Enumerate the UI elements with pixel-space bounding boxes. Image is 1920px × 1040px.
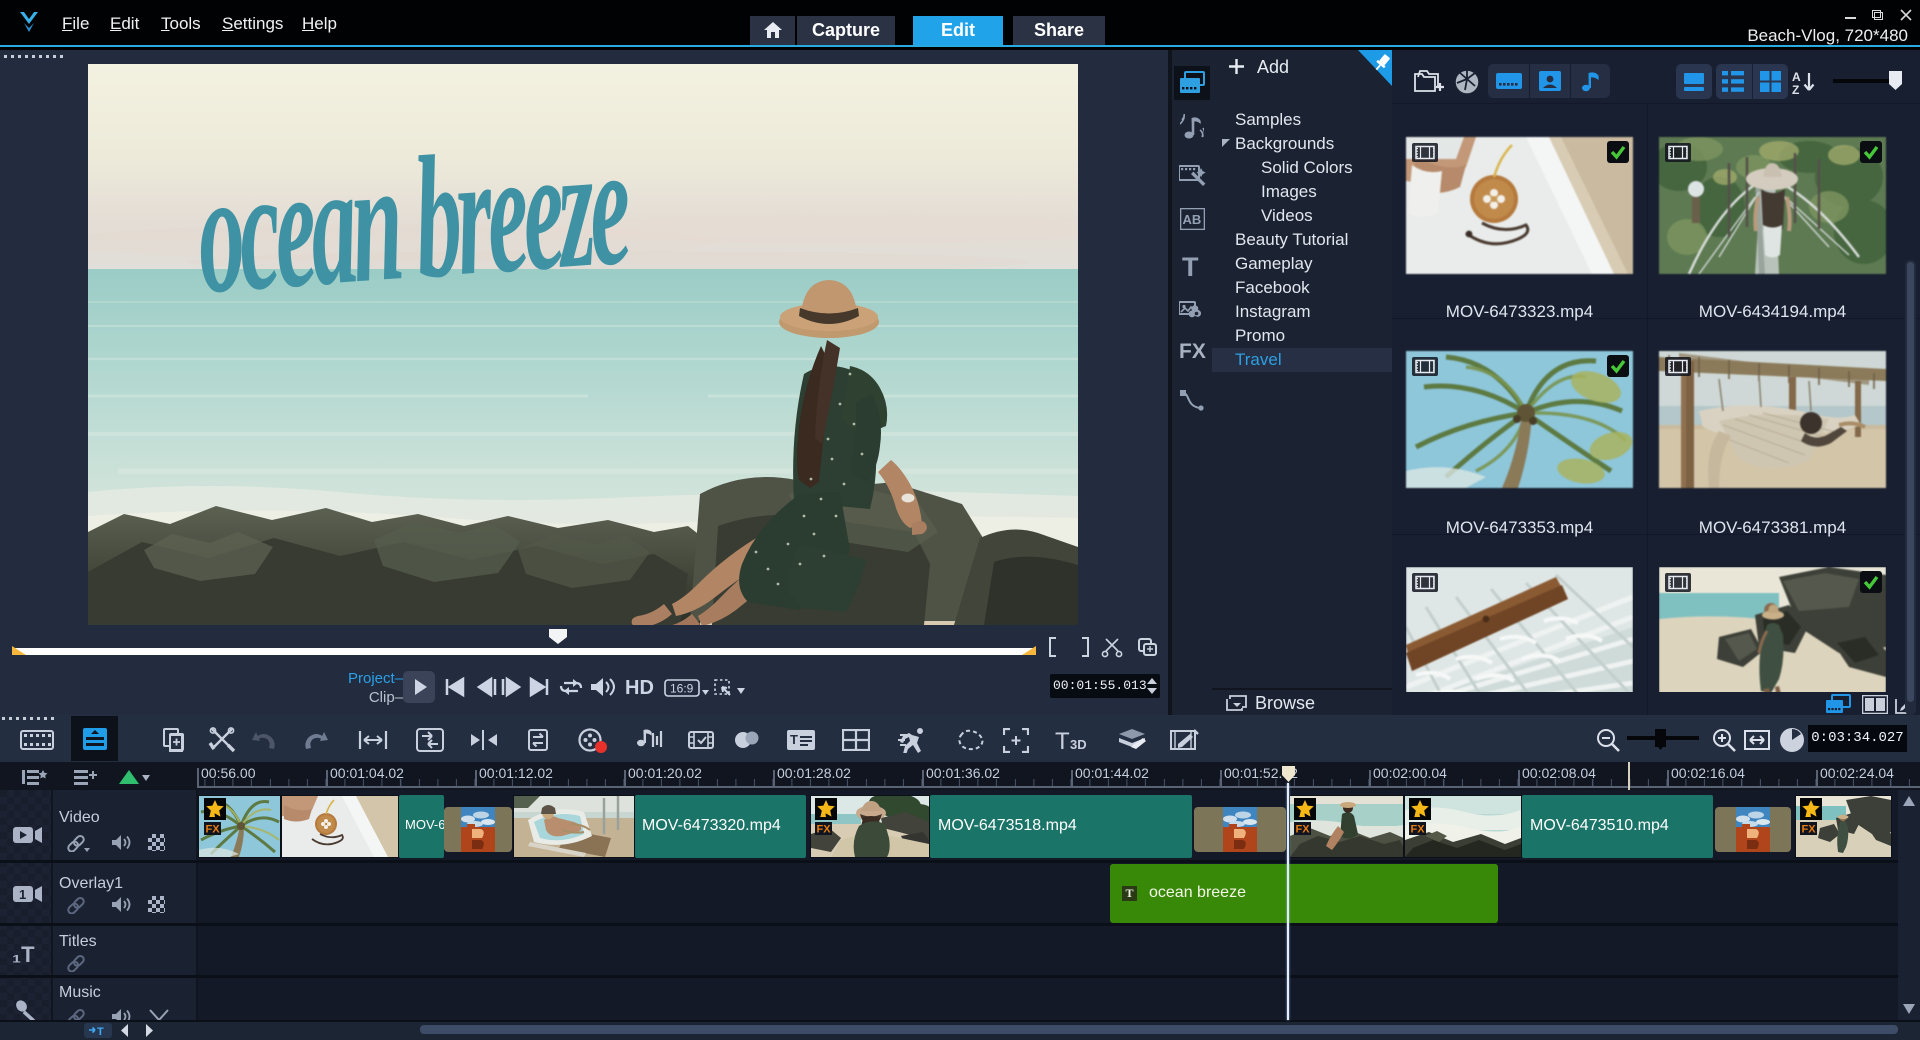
svg-text:FX: FX — [1411, 824, 1426, 836]
svg-text:ocean breeze: ocean breeze — [191, 108, 634, 330]
svg-text:T: T — [1055, 728, 1070, 753]
svg-text:FX: FX — [206, 824, 221, 836]
svg-text:1: 1 — [19, 887, 26, 902]
svg-text:16:9: 16:9 — [670, 682, 694, 696]
svg-text:FX: FX — [1802, 824, 1817, 836]
svg-text:3D: 3D — [1070, 737, 1087, 752]
svg-text:AB: AB — [1183, 212, 1202, 227]
svg-text:T: T — [97, 1026, 104, 1036]
svg-text:A: A — [1792, 70, 1801, 84]
svg-text:Z: Z — [1792, 83, 1799, 95]
svg-text:FX: FX — [1296, 824, 1311, 836]
svg-text:FX: FX — [817, 824, 832, 836]
svg-text:HD: HD — [625, 677, 654, 698]
svg-text:T: T — [790, 732, 798, 747]
